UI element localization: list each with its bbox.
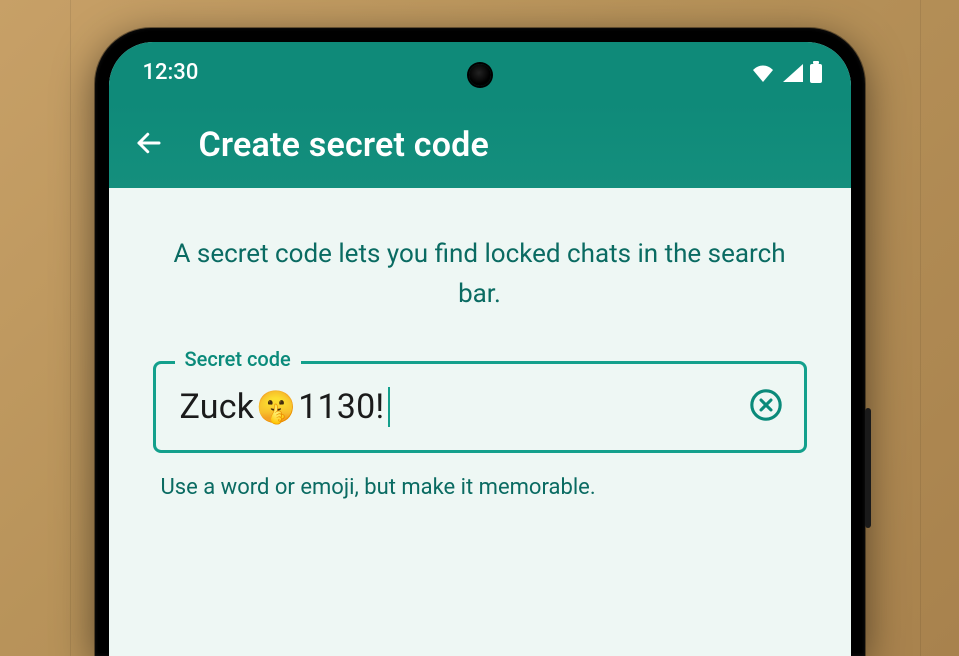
secret-code-input-value: Zuck🤫1130! — [180, 387, 746, 427]
back-button[interactable] — [127, 123, 171, 167]
secret-code-value-suffix: 1130! — [298, 387, 384, 427]
phone-side-button — [865, 408, 871, 528]
close-circle-icon — [749, 388, 783, 426]
secret-code-field-wrap: Secret code Zuck🤫1130! — [153, 361, 807, 453]
secret-code-field-label: Secret code — [175, 347, 301, 371]
description-text: A secret code lets you find locked chats… — [153, 234, 807, 315]
secret-code-value-prefix: Zuck — [180, 387, 255, 427]
shush-emoji-icon: 🤫 — [256, 391, 296, 423]
cellular-signal-icon — [781, 62, 803, 82]
secret-code-input[interactable]: Zuck🤫1130! — [153, 361, 807, 453]
content-area: A secret code lets you find locked chats… — [109, 188, 851, 500]
status-icons — [751, 61, 823, 83]
status-time: 12:30 — [143, 60, 199, 85]
arrow-left-icon — [134, 128, 164, 162]
text-cursor — [388, 387, 390, 427]
page-title: Create secret code — [199, 125, 489, 165]
battery-icon — [809, 61, 823, 83]
helper-text: Use a word or emoji, but make it memorab… — [153, 475, 807, 500]
clear-input-button[interactable] — [746, 387, 786, 427]
phone-frame: 12:30 — [95, 28, 865, 656]
app-bar: Create secret code — [109, 102, 851, 188]
wifi-icon — [751, 62, 775, 82]
phone-screen: 12:30 — [109, 42, 851, 656]
front-camera-punchhole — [469, 64, 491, 86]
